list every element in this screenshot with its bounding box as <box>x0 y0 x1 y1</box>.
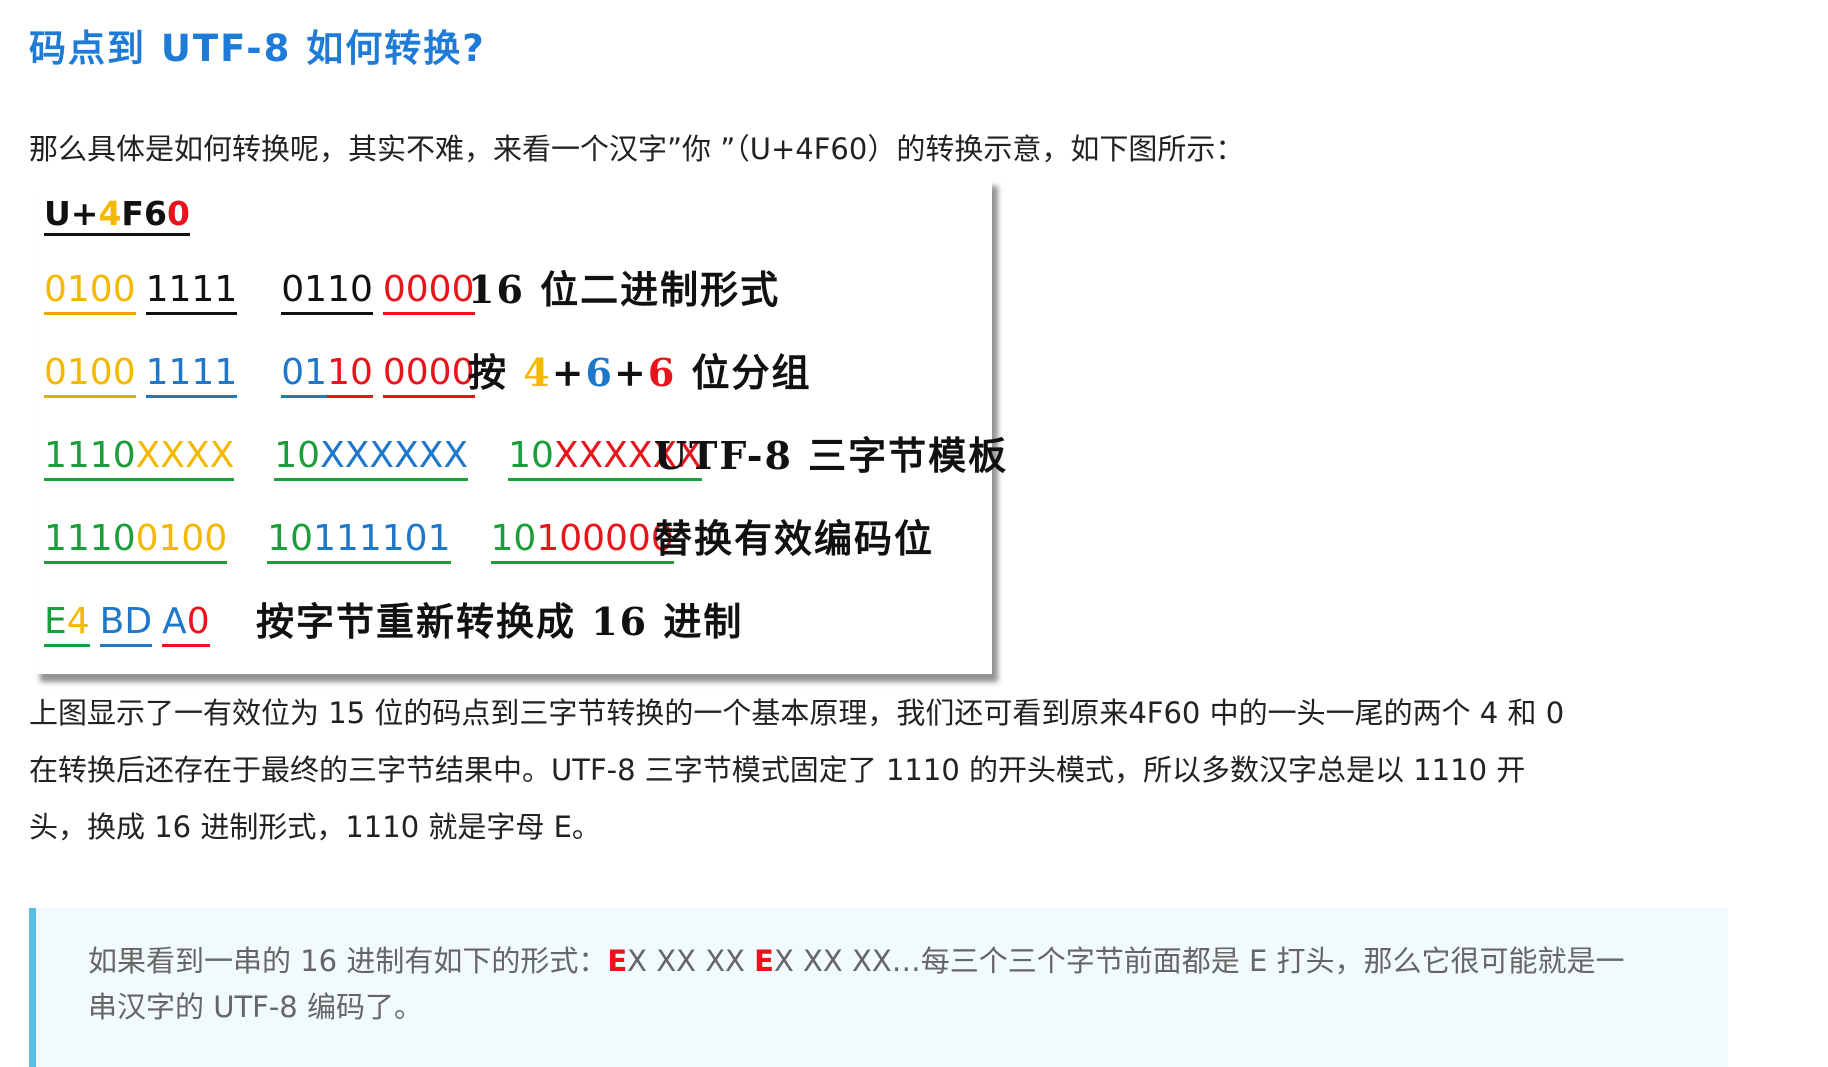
grouping-desc-suffix: 位分组 <box>676 350 812 395</box>
tip-line-2: 串汉字的 UTF-8 编码了。 <box>88 990 423 1024</box>
template-byte-1: 1110XXXX <box>44 434 235 481</box>
grouping-number-6a: 6 <box>585 350 614 395</box>
grouping-number-6b: 6 <box>647 350 677 395</box>
tip-highlight-e-1: E <box>607 944 628 978</box>
group-6bits-a: 1111 <box>145 351 238 398</box>
hex-byte-1-high: E <box>44 601 67 642</box>
filled-bits-row: 11100100 10111101 10100000 替换有效编码位 <box>44 517 932 564</box>
explanation-line-2: 在转换后还存在于最终的三字节结果中。UTF-8 三字节模式固定了 1110 的开… <box>29 753 1526 787</box>
tip-callout: 如果看到一串的 16 进制有如下的形式：EX XX XX EX XX XX…每三… <box>29 908 1728 1067</box>
intro-paragraph: 那么具体是如何转换呢，其实不难，来看一个汉字”你 ”（U+4F60）的转换示意，… <box>29 132 1245 166</box>
article-page: 码点到 UTF-8 如何转换? 那么具体是如何转换呢，其实不难，来看一个汉字”你… <box>0 0 1828 1067</box>
filled-byte-1-payload: 0100 <box>135 518 228 559</box>
template-byte-2-payload: XXXXXX <box>320 435 469 476</box>
utf8-template-desc: UTF-8 三字节模板 <box>654 433 1009 478</box>
template-byte-1-payload: XXXX <box>135 435 235 476</box>
hex-result-row: E4 BD A0 按字节重新转换成 16 进制 <box>44 600 741 647</box>
filled-byte-2: 10111101 <box>267 517 451 564</box>
bits-group-2: 1111 <box>145 268 238 315</box>
template-byte-2-header: 10 <box>274 435 321 476</box>
grouping-plus-1: + <box>551 350 586 395</box>
template-byte-2: 10XXXXXX <box>274 434 469 481</box>
tip-callout-text: 如果看到一串的 16 进制有如下的形式：EX XX XX EX XX XX…每三… <box>88 938 1625 1030</box>
codepoint-digit-0: 0 <box>166 194 190 233</box>
hex-byte-3: A0 <box>162 600 210 647</box>
template-byte-3-header: 10 <box>508 435 554 476</box>
explanation-paragraph: 上图显示了一有效位为 15 位的码点到三字节转换的一个基本原理，我们还可看到原来… <box>29 685 1564 856</box>
hex-byte-3-low: 0 <box>186 601 210 642</box>
filled-byte-3-header: 10 <box>490 518 537 559</box>
bits-group-1: 0100 <box>44 268 136 315</box>
utf8-template-row: 1110XXXX 10XXXXXX 10XXXXXX UTF-8 三字节模板 <box>44 434 1006 481</box>
tip-line-1: 如果看到一串的 16 进制有如下的形式：EX XX XX EX XX XX…每三… <box>88 938 1625 984</box>
tip-line-1-middle: X XX XX <box>627 944 755 978</box>
group-6bits-c: 10 <box>327 351 373 398</box>
section-heading: 码点到 UTF-8 如何转换? <box>29 27 486 70</box>
bit-grouping-desc: 按 4+6+6 位分组 <box>468 351 812 395</box>
filled-bits-desc: 替换有效编码位 <box>654 516 935 561</box>
hex-result-desc: 按字节重新转换成 16 进制 <box>256 599 744 644</box>
filled-byte-3: 10100000 <box>490 517 674 564</box>
binary-16bit-desc: 16 位二进制形式 <box>468 267 781 312</box>
filled-byte-2-payload: 111101 <box>313 518 451 559</box>
filled-byte-1: 11100100 <box>44 517 228 564</box>
grouping-desc-prefix: 按 <box>468 350 524 395</box>
filled-byte-1-header: 1110 <box>44 518 136 559</box>
codepoint-label: U+4F60 <box>44 192 190 236</box>
binary-16bit-row: 0100 1111 0110 0000 16 位二进制形式 <box>44 268 778 315</box>
explanation-line-1: 上图显示了一有效位为 15 位的码点到三字节转换的一个基本原理，我们还可看到原来… <box>29 696 1565 730</box>
bit-grouping-row: 0100 1111 0110 0000 按 4+6+6 位分组 <box>44 351 810 398</box>
grouping-plus-2: + <box>613 350 648 395</box>
tip-line-1-start: 如果看到一串的 16 进制有如下的形式： <box>88 944 608 978</box>
bits-group-3: 0110 <box>281 268 373 315</box>
group-6bits-b: 01 <box>281 351 328 398</box>
hex-byte-2: BD <box>99 600 153 647</box>
hex-byte-3-high: A <box>162 601 187 642</box>
bits-group-4: 0000 <box>382 268 475 315</box>
codepoint-prefix: U+ <box>44 194 99 233</box>
explanation-line-3: 头，换成 16 进制形式，1110 就是字母 E。 <box>29 810 601 844</box>
filled-byte-2-header: 10 <box>267 518 314 559</box>
hex-byte-1-low: 4 <box>66 601 90 642</box>
codepoint-digit-4: 4 <box>98 194 122 233</box>
hex-byte-1: E4 <box>44 600 90 647</box>
tip-highlight-e-2: E <box>754 944 774 978</box>
tip-line-1-end: X XX XX…每三个三个字节前面都是 E 打头，那么它很可能就是一 <box>773 944 1625 978</box>
codepoint-digits-f6: F6 <box>121 194 167 233</box>
group-4bits: 0100 <box>44 351 136 398</box>
group-6bits-d: 0000 <box>382 351 475 398</box>
template-byte-1-header: 1110 <box>44 435 136 476</box>
utf8-conversion-figure: U+4F60 0100 1111 0110 0000 16 位二进制形式 0100 11… <box>34 178 1006 674</box>
grouping-number-4: 4 <box>523 350 552 395</box>
